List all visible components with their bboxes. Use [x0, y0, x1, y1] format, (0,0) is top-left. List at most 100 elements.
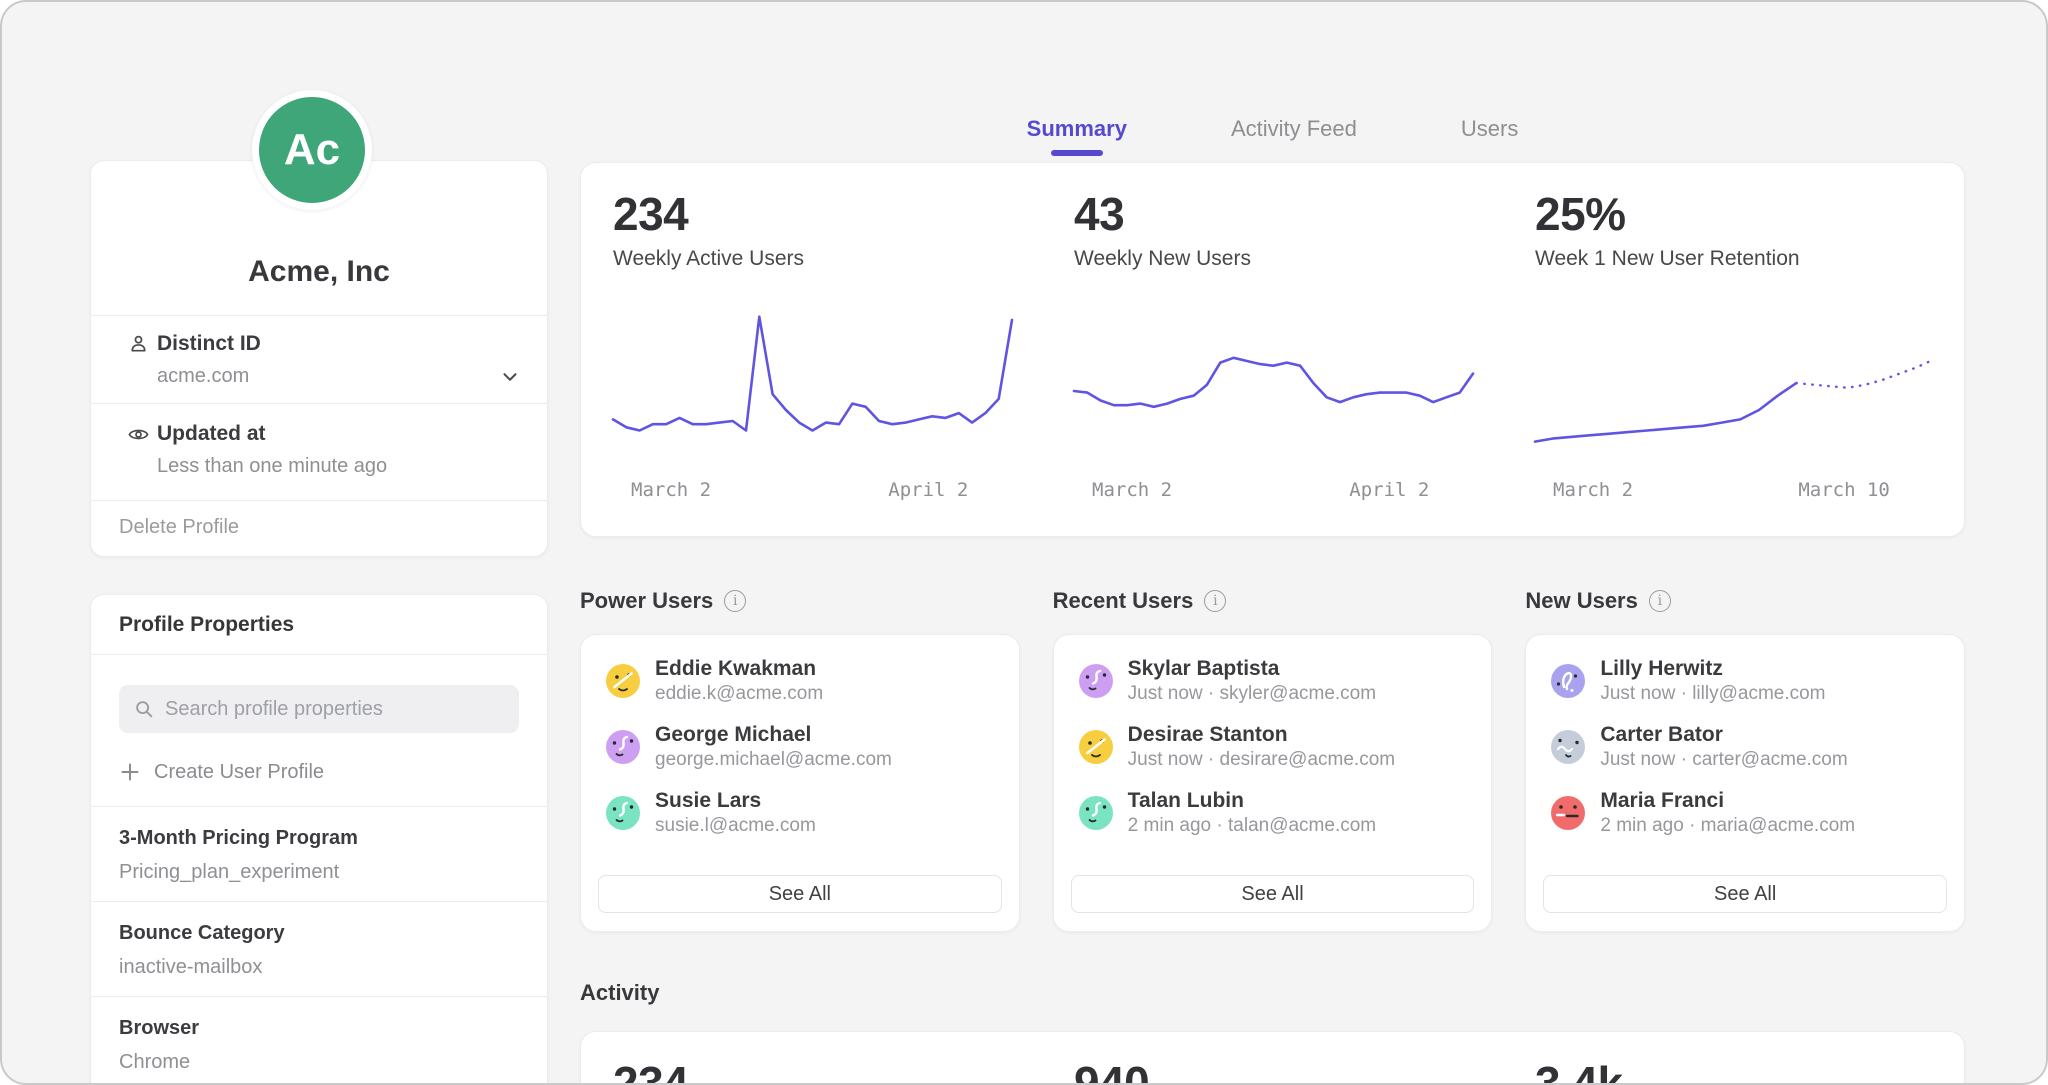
create-user-profile-label: Create User Profile	[154, 761, 324, 784]
user-avatar-face-icon	[606, 664, 640, 698]
search-profile-properties[interactable]	[119, 685, 519, 733]
property-name: 3-Month Pricing Program	[119, 825, 519, 851]
list-item[interactable]: Eddie Kwakman eddie.k@acme.com	[581, 648, 1019, 714]
property-row[interactable]: Bounce Category inactive-mailbox	[91, 901, 547, 996]
activity-stat: 940	[1042, 1032, 1503, 1085]
x-axis-tick: March 2	[631, 479, 711, 501]
list-item[interactable]: Talan Lubin 2 min ago · talan@acme.com	[1054, 780, 1492, 846]
activity-heading: Activity	[580, 980, 659, 1006]
delete-profile-button[interactable]: Delete Profile	[119, 516, 239, 538]
company-name: Acme, Inc	[248, 255, 390, 289]
stat-value: 234	[613, 189, 1012, 239]
tab-activity-feed[interactable]: Activity Feed	[1227, 106, 1361, 152]
x-axis: March 2 March 10	[1535, 479, 1934, 503]
list-title: Recent Users	[1053, 588, 1194, 614]
user-detail: Just now · desirare@acme.com	[1128, 748, 1395, 772]
user-name: George Michael	[655, 722, 892, 747]
property-name: Bounce Category	[119, 920, 519, 946]
sparkline-chart	[1074, 307, 1473, 475]
tab-users[interactable]: Users	[1457, 106, 1522, 152]
list-title: Power Users	[580, 588, 713, 614]
list-title: New Users	[1525, 588, 1638, 614]
stat-value: 234	[613, 1058, 1012, 1085]
list-item[interactable]: Skylar Baptista Just now · skyler@acme.c…	[1054, 648, 1492, 714]
user-detail: george.michael@acme.com	[655, 748, 892, 772]
list-item[interactable]: George Michael george.michael@acme.com	[581, 714, 1019, 780]
user-list-card: Lilly Herwitz Just now · lilly@acme.com …	[1525, 634, 1965, 932]
user-name: Talan Lubin	[1128, 788, 1376, 813]
info-icon[interactable]	[724, 590, 746, 612]
list-heading: Power Users	[580, 586, 1020, 616]
user-detail: Just now · carter@acme.com	[1600, 748, 1847, 772]
info-icon[interactable]	[1204, 590, 1226, 612]
activity-stat: 234	[581, 1032, 1042, 1085]
updated-at-row: Updated at Less than one minute ago	[91, 403, 547, 500]
user-avatar-face-icon	[1079, 730, 1113, 764]
list-item[interactable]: Lilly Herwitz Just now · lilly@acme.com	[1526, 648, 1964, 714]
power-users-group: Power Users Eddie Kwakman eddie.k@acme.c…	[580, 586, 1020, 932]
company-avatar: Ac	[252, 90, 372, 210]
see-all-button[interactable]: See All	[1071, 875, 1475, 913]
field-label: Distinct ID	[157, 331, 519, 357]
user-lists-row: Power Users Eddie Kwakman eddie.k@acme.c…	[580, 586, 1965, 932]
list-item[interactable]: Susie Lars susie.l@acme.com	[581, 780, 1019, 846]
create-user-profile-button[interactable]: Create User Profile	[119, 753, 519, 791]
company-profile-dashboard: Ac Acme, Inc Distinct ID acme.com Update…	[0, 0, 2048, 1085]
eye-icon	[127, 423, 150, 446]
user-avatar-face-icon	[1551, 796, 1585, 830]
x-axis: March 2 April 2	[613, 479, 1012, 503]
user-list-card: Skylar Baptista Just now · skyler@acme.c…	[1053, 634, 1493, 932]
user-avatar-face-icon	[1551, 664, 1585, 698]
field-value: acme.com	[157, 363, 519, 389]
list-item[interactable]: Desirae Stanton Just now · desirare@acme…	[1054, 714, 1492, 780]
list-item[interactable]: Carter Bator Just now · carter@acme.com	[1526, 714, 1964, 780]
stat-label: Week 1 New User Retention	[1535, 247, 1934, 271]
stat-weekly-active-users: 234 Weekly Active Users March 2 April 2	[581, 163, 1042, 536]
field-value: Less than one minute ago	[157, 453, 519, 479]
user-name: Maria Franci	[1600, 788, 1855, 813]
sparkline-chart	[613, 307, 1012, 475]
tab-bar: Summary Activity Feed Users	[580, 100, 1965, 158]
x-axis-tick: March 10	[1798, 479, 1890, 501]
search-icon	[133, 698, 155, 720]
user-avatar-face-icon	[1079, 664, 1113, 698]
property-row[interactable]: Browser Chrome	[91, 996, 547, 1085]
stat-value: 43	[1074, 189, 1473, 239]
stat-value: 940	[1074, 1058, 1473, 1085]
profile-card: Acme, Inc Distinct ID acme.com Updated a…	[90, 160, 548, 557]
user-detail: 2 min ago · talan@acme.com	[1128, 814, 1376, 838]
delete-profile-row[interactable]: Delete Profile	[91, 500, 547, 558]
tab-summary[interactable]: Summary	[1023, 106, 1131, 152]
search-input[interactable]	[165, 698, 505, 721]
plus-icon	[119, 761, 141, 783]
user-avatar-face-icon	[1551, 730, 1585, 764]
see-all-button[interactable]: See All	[598, 875, 1002, 913]
company-avatar-initials: Ac	[284, 125, 340, 175]
activity-card: 234 940 3.4k	[580, 1031, 1965, 1085]
x-axis-tick: April 2	[1349, 479, 1429, 501]
recent-users-group: Recent Users Skylar Baptista Just now · …	[1053, 586, 1493, 932]
user-detail: 2 min ago · maria@acme.com	[1600, 814, 1855, 838]
x-axis-tick: March 2	[1553, 479, 1633, 501]
x-axis-tick: March 2	[1092, 479, 1172, 501]
summary-stats-card: 234 Weekly Active Users March 2 April 2 …	[580, 162, 1965, 537]
user-detail: Just now · skyler@acme.com	[1128, 682, 1376, 706]
user-avatar-face-icon	[1079, 796, 1113, 830]
user-name: Desirae Stanton	[1128, 722, 1395, 747]
list-heading: New Users	[1525, 586, 1965, 616]
property-name: Browser	[119, 1015, 519, 1041]
person-icon	[127, 332, 150, 355]
property-row[interactable]: 3-Month Pricing Program Pricing_plan_exp…	[91, 806, 547, 901]
property-value: inactive-mailbox	[119, 954, 519, 980]
field-label: Updated at	[157, 421, 519, 447]
list-item[interactable]: Maria Franci 2 min ago · maria@acme.com	[1526, 780, 1964, 846]
info-icon[interactable]	[1649, 590, 1671, 612]
distinct-id-row[interactable]: Distinct ID acme.com	[91, 315, 547, 403]
list-heading: Recent Users	[1053, 586, 1493, 616]
chevron-down-icon[interactable]	[499, 366, 521, 388]
profile-properties-card: Profile Properties Create User Profile 3…	[90, 594, 548, 1085]
user-detail: eddie.k@acme.com	[655, 682, 823, 706]
profile-properties-title: Profile Properties	[91, 595, 547, 655]
see-all-button[interactable]: See All	[1543, 875, 1947, 913]
user-detail: susie.l@acme.com	[655, 814, 816, 838]
